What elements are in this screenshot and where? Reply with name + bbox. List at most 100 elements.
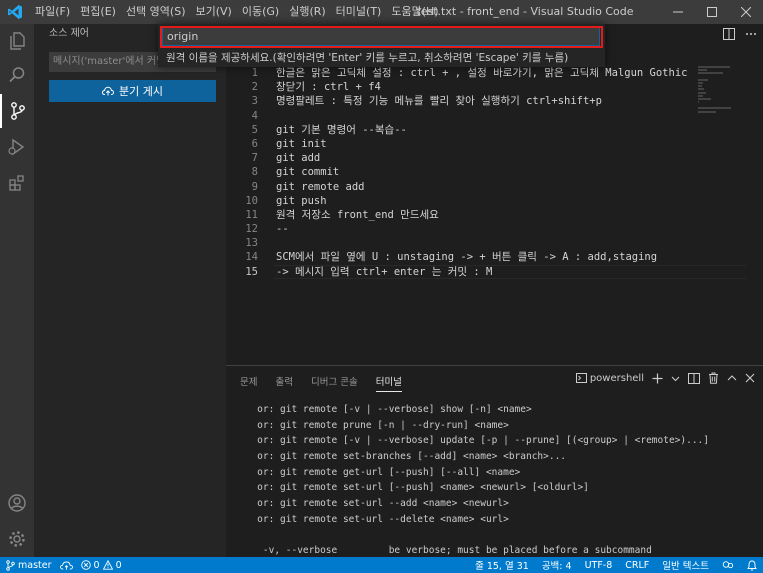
problems-indicator[interactable]: 0 0 xyxy=(80,560,122,571)
code-line[interactable]: 11 원격 저장소 front_end 만드세요 xyxy=(226,208,716,222)
search-icon xyxy=(9,67,25,83)
trash-icon[interactable] xyxy=(708,372,719,384)
quick-input-widget: origin 원격 이름을 제공하세요.(확인하려면 'Enter' 키를 누르… xyxy=(158,24,605,67)
code-line[interactable]: 14 SCM에서 파일 옆에 U : unstaging -> + 버튼 클릭 -… xyxy=(226,250,716,264)
window-title: test.txt - front_end - Visual Studio Cod… xyxy=(416,5,634,18)
chevron-up-icon[interactable] xyxy=(727,373,737,383)
end-of-line[interactable]: CRLF xyxy=(625,560,649,571)
minimap-line xyxy=(698,107,731,110)
extensions-button[interactable] xyxy=(0,166,34,200)
code-line[interactable]: 1 한글은 맑은 고딕체 설정 : ctrl + , 설정 바로가기, 맑은 고딕… xyxy=(226,66,716,80)
close-button[interactable] xyxy=(729,0,763,24)
line-text: 한글은 맑은 고딕체 설정 : ctrl + , 설정 바로가기, 맑은 고딕체… xyxy=(276,67,688,79)
cursor-position[interactable]: 줄 15, 열 31 xyxy=(475,558,529,572)
editor-area[interactable]: 1 한글은 맑은 고딕체 설정 : ctrl + , 설정 바로가기, 맑은 고딕… xyxy=(226,24,763,365)
split-terminal-icon[interactable] xyxy=(688,372,700,384)
code-line[interactable]: 15 -> 메시지 입력 ctrl+ enter 는 커밋 : M xyxy=(226,264,746,280)
terminal-output[interactable]: or: git remote [-v | --verbose] show [-n… xyxy=(240,402,760,573)
line-number: 1 xyxy=(251,67,258,79)
terminal-line-text: or: git remote get-url [--push] [--all] … xyxy=(240,466,521,478)
encoding[interactable]: UTF-8 xyxy=(585,560,613,571)
code-line[interactable]: 2 창닫기 : ctrl + f4 xyxy=(226,80,716,94)
line-text: git add xyxy=(276,152,321,165)
menu-view[interactable]: 보기(V) xyxy=(190,0,236,24)
cloud-upload-icon xyxy=(102,86,114,96)
code-line[interactable]: 3 명령팔레트 : 특정 기능 메뉴를 빨리 찾아 실행하기 ctrl+shift… xyxy=(226,94,716,108)
terminal-line: or: git remote set-url [--push] <name> <… xyxy=(240,480,760,496)
window-controls xyxy=(661,0,763,24)
menu-selection[interactable]: 선택 영역(S) xyxy=(121,0,191,24)
code-line[interactable]: 10 git push xyxy=(226,194,716,208)
split-editor-icon[interactable] xyxy=(723,28,735,40)
menu-file[interactable]: 파일(F) xyxy=(30,0,75,24)
publish-branch-label: 분기 게시 xyxy=(119,85,163,98)
menu-go[interactable]: 이동(G) xyxy=(237,0,284,24)
terminal-line: or: git remote get-url [--push] [--all] … xyxy=(240,465,760,481)
status-bar: master 0 0 줄 15, 열 31 공백: 4 UTF-8 CRLF 일… xyxy=(0,557,763,573)
maximize-button[interactable] xyxy=(695,0,729,24)
minimize-button[interactable] xyxy=(661,0,695,24)
close-panel-icon[interactable] xyxy=(745,373,755,383)
line-text: -> 메시지 입력 ctrl+ enter 는 커밋 : M xyxy=(276,265,493,278)
tab-output[interactable]: 출력 xyxy=(275,374,292,392)
minimap-line xyxy=(698,94,703,97)
minimap-line xyxy=(698,72,723,75)
code-line[interactable]: 13 xyxy=(226,236,716,250)
code-line[interactable]: 9 git remote add xyxy=(226,180,716,194)
tab-terminal[interactable]: 터미널 xyxy=(375,374,402,392)
menu-run[interactable]: 실행(R) xyxy=(284,0,330,24)
manage-button[interactable] xyxy=(0,522,34,556)
terminal-line-text: or: git remote set-url [--push] <name> <… xyxy=(240,482,589,494)
minimap-line xyxy=(698,88,704,91)
code-line[interactable]: 12 -- xyxy=(226,222,716,236)
publish-branch-button[interactable]: 분기 게시 xyxy=(49,80,216,102)
accounts-button[interactable] xyxy=(0,486,34,520)
menu-edit[interactable]: 편집(E) xyxy=(75,0,121,24)
sync-button[interactable] xyxy=(59,561,73,570)
code-line[interactable]: 5 git 기본 명령어 --복습-- xyxy=(226,123,716,137)
line-number: 14 xyxy=(245,251,258,264)
code-line[interactable]: 8 git commit xyxy=(226,165,716,179)
menu-bar: 파일(F) 편집(E) 선택 영역(S) 보기(V) 이동(G) 실행(R) 터… xyxy=(30,0,444,24)
code-line[interactable]: 6 git init xyxy=(226,137,716,151)
bell-icon[interactable] xyxy=(747,560,757,571)
menu-terminal[interactable]: 터미널(T) xyxy=(331,0,387,24)
minimap[interactable] xyxy=(698,66,748,126)
code-line[interactable]: 7 git add xyxy=(226,151,716,165)
run-debug-button[interactable] xyxy=(0,130,34,164)
line-text: git init xyxy=(276,137,327,150)
code-lines: 1 한글은 맑은 고딕체 설정 : ctrl + , 설정 바로가기, 맑은 고딕… xyxy=(226,66,746,280)
error-icon xyxy=(80,560,91,570)
cloud-upload-icon xyxy=(59,561,73,570)
terminal-line: or: git remote [-v | --verbose] show [-n… xyxy=(240,402,760,418)
activity-bar xyxy=(0,24,34,557)
source-control-icon xyxy=(11,102,25,120)
minimap-line xyxy=(698,110,716,113)
run-debug-icon xyxy=(8,138,25,156)
tab-debug-console[interactable]: 디버그 콘솔 xyxy=(311,374,358,392)
line-number: 4 xyxy=(251,109,258,122)
line-number: 5 xyxy=(251,123,258,136)
feedback-icon[interactable] xyxy=(722,560,734,570)
branch-indicator[interactable]: master xyxy=(6,560,52,571)
line-text: git 기본 명령어 --복습-- xyxy=(276,123,407,136)
minimap-line xyxy=(698,81,703,84)
new-terminal-icon[interactable] xyxy=(652,373,663,384)
minimap-line xyxy=(698,69,707,72)
extensions-icon xyxy=(9,175,24,191)
language-mode[interactable]: 일반 텍스트 xyxy=(662,558,709,572)
minimap-line xyxy=(698,97,711,100)
source-control-button[interactable] xyxy=(0,94,34,128)
account-icon xyxy=(8,494,26,512)
indentation[interactable]: 공백: 4 xyxy=(542,558,572,572)
panel-actions: powershell xyxy=(575,372,755,384)
line-number: 11 xyxy=(245,208,258,221)
shell-selector[interactable]: powershell xyxy=(575,373,644,384)
more-actions-icon[interactable] xyxy=(745,28,757,40)
explorer-button[interactable] xyxy=(0,24,34,58)
tab-problems[interactable]: 문제 xyxy=(240,374,257,392)
search-button[interactable] xyxy=(0,58,34,92)
code-line[interactable]: 4 xyxy=(226,109,716,123)
chevron-down-icon[interactable] xyxy=(671,374,680,383)
